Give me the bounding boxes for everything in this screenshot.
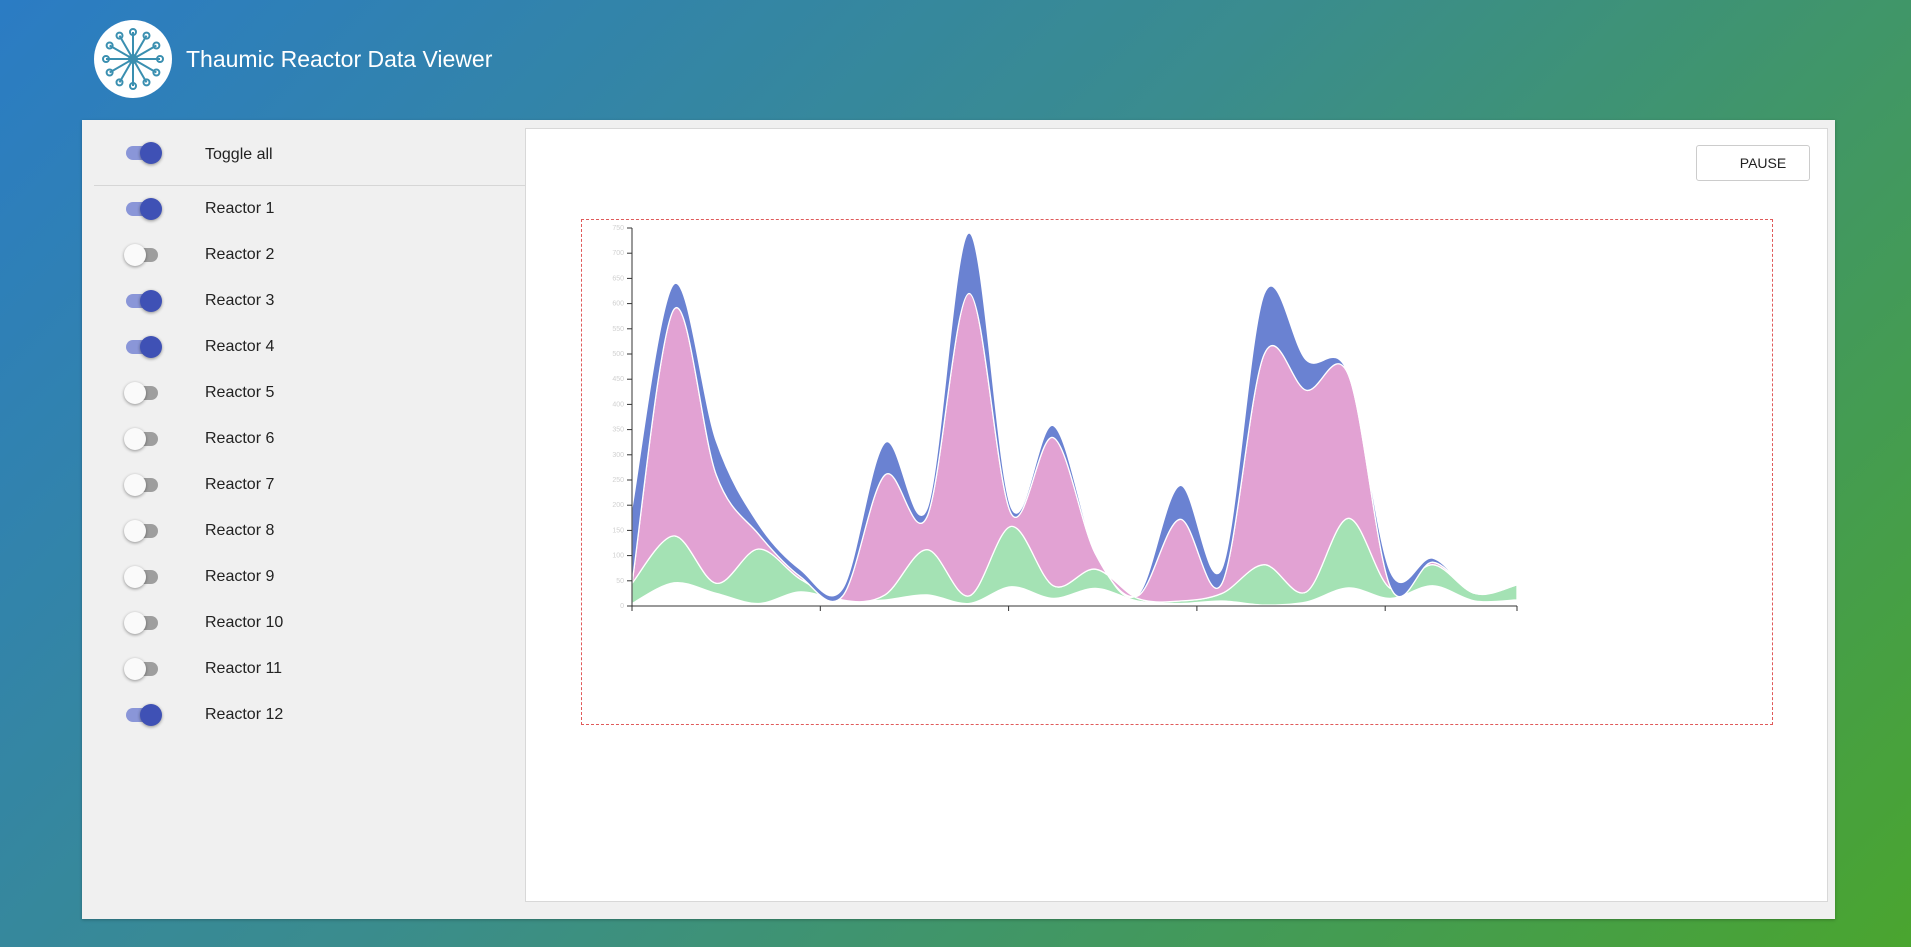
reactor-label: Reactor 8 [205, 522, 275, 539]
reactor-label: Reactor 1 [205, 200, 275, 217]
switch-thumb [124, 658, 146, 680]
stacked-area-chart: 0 50 100 150 200 250 300 350 400 450 500 550 600 650 7… [612, 225, 1518, 611]
switch-thumb [124, 382, 146, 404]
reactor-toggle-switch[interactable] [124, 382, 160, 404]
y-tick-label: 100 [612, 553, 624, 560]
switch-thumb [140, 336, 162, 358]
reactor-label: Reactor 4 [205, 338, 275, 355]
y-tick-label: 150 [612, 527, 624, 534]
y-tick-label: 0 [620, 603, 624, 610]
switch-thumb [124, 520, 146, 542]
chart-frame: 0 50 100 150 200 250 300 350 400 450 500 550 600 650 7… [581, 219, 1773, 725]
reactor-label: Reactor 2 [205, 246, 275, 263]
switch-thumb [140, 141, 162, 164]
app-title: Thaumic Reactor Data Viewer [186, 45, 493, 72]
reactor-label: Reactor 7 [205, 476, 275, 493]
dandelion-logo-icon [94, 20, 172, 98]
switch-thumb [140, 198, 162, 220]
switch-thumb [124, 566, 146, 588]
reactor-toggle-switch[interactable] [124, 612, 160, 634]
y-tick-label: 200 [612, 502, 624, 509]
chart-panel: PAUSE 0 50 100 150 200 250 300 350 400 450 500 550 6… [525, 128, 1828, 902]
app-header: Thaumic Reactor Data Viewer [94, 20, 492, 98]
y-tick-label: 400 [612, 401, 624, 408]
reactor-toggle-switch[interactable] [124, 336, 162, 358]
reactor-label: Reactor 3 [205, 292, 275, 309]
reactor-toggle-switch[interactable] [124, 244, 160, 266]
pause-button[interactable]: PAUSE [1696, 145, 1810, 181]
reactor-label: Reactor 12 [205, 706, 284, 723]
y-tick-label: 250 [612, 477, 624, 484]
reactor-toggle-switch[interactable] [124, 566, 160, 588]
switch-thumb [124, 244, 146, 266]
reactor-label: Reactor 10 [205, 614, 284, 631]
reactor-label: Reactor 11 [205, 660, 283, 677]
reactor-toggle-switch[interactable] [124, 658, 160, 680]
main-card: Toggle all Reactor 1 Reactor 2 Reactor 3 Re… [82, 120, 1835, 919]
reactor-label: Reactor 5 [205, 384, 275, 401]
switch-thumb [140, 290, 162, 312]
y-tick-label: 750 [612, 225, 624, 232]
switch-thumb [124, 474, 146, 496]
y-tick-label: 600 [612, 301, 624, 308]
switch-thumb [124, 612, 146, 634]
toggle-all-label: Toggle all [205, 145, 273, 163]
reactor-label: Reactor 9 [205, 568, 275, 585]
toggle-all-switch[interactable] [124, 141, 162, 164]
y-tick-label: 50 [616, 578, 624, 585]
reactor-toggle-switch[interactable] [124, 474, 160, 496]
switch-thumb [124, 428, 146, 450]
reactor-label: Reactor 6 [205, 430, 275, 447]
reactor-toggle-switch[interactable] [124, 290, 162, 312]
y-tick-label: 550 [612, 326, 624, 333]
y-tick-label: 700 [612, 250, 624, 257]
reactor-toggle-switch[interactable] [124, 704, 162, 726]
reactor-toggle-switch[interactable] [124, 520, 160, 542]
y-tick-label: 350 [612, 427, 624, 434]
reactor-toggle-switch[interactable] [124, 428, 160, 450]
reactor-toggle-switch[interactable] [124, 198, 162, 220]
y-tick-label: 450 [612, 376, 624, 383]
switch-thumb [140, 704, 162, 726]
y-tick-label: 650 [612, 275, 624, 282]
y-tick-label: 300 [612, 452, 624, 459]
y-tick-label: 500 [612, 351, 624, 358]
